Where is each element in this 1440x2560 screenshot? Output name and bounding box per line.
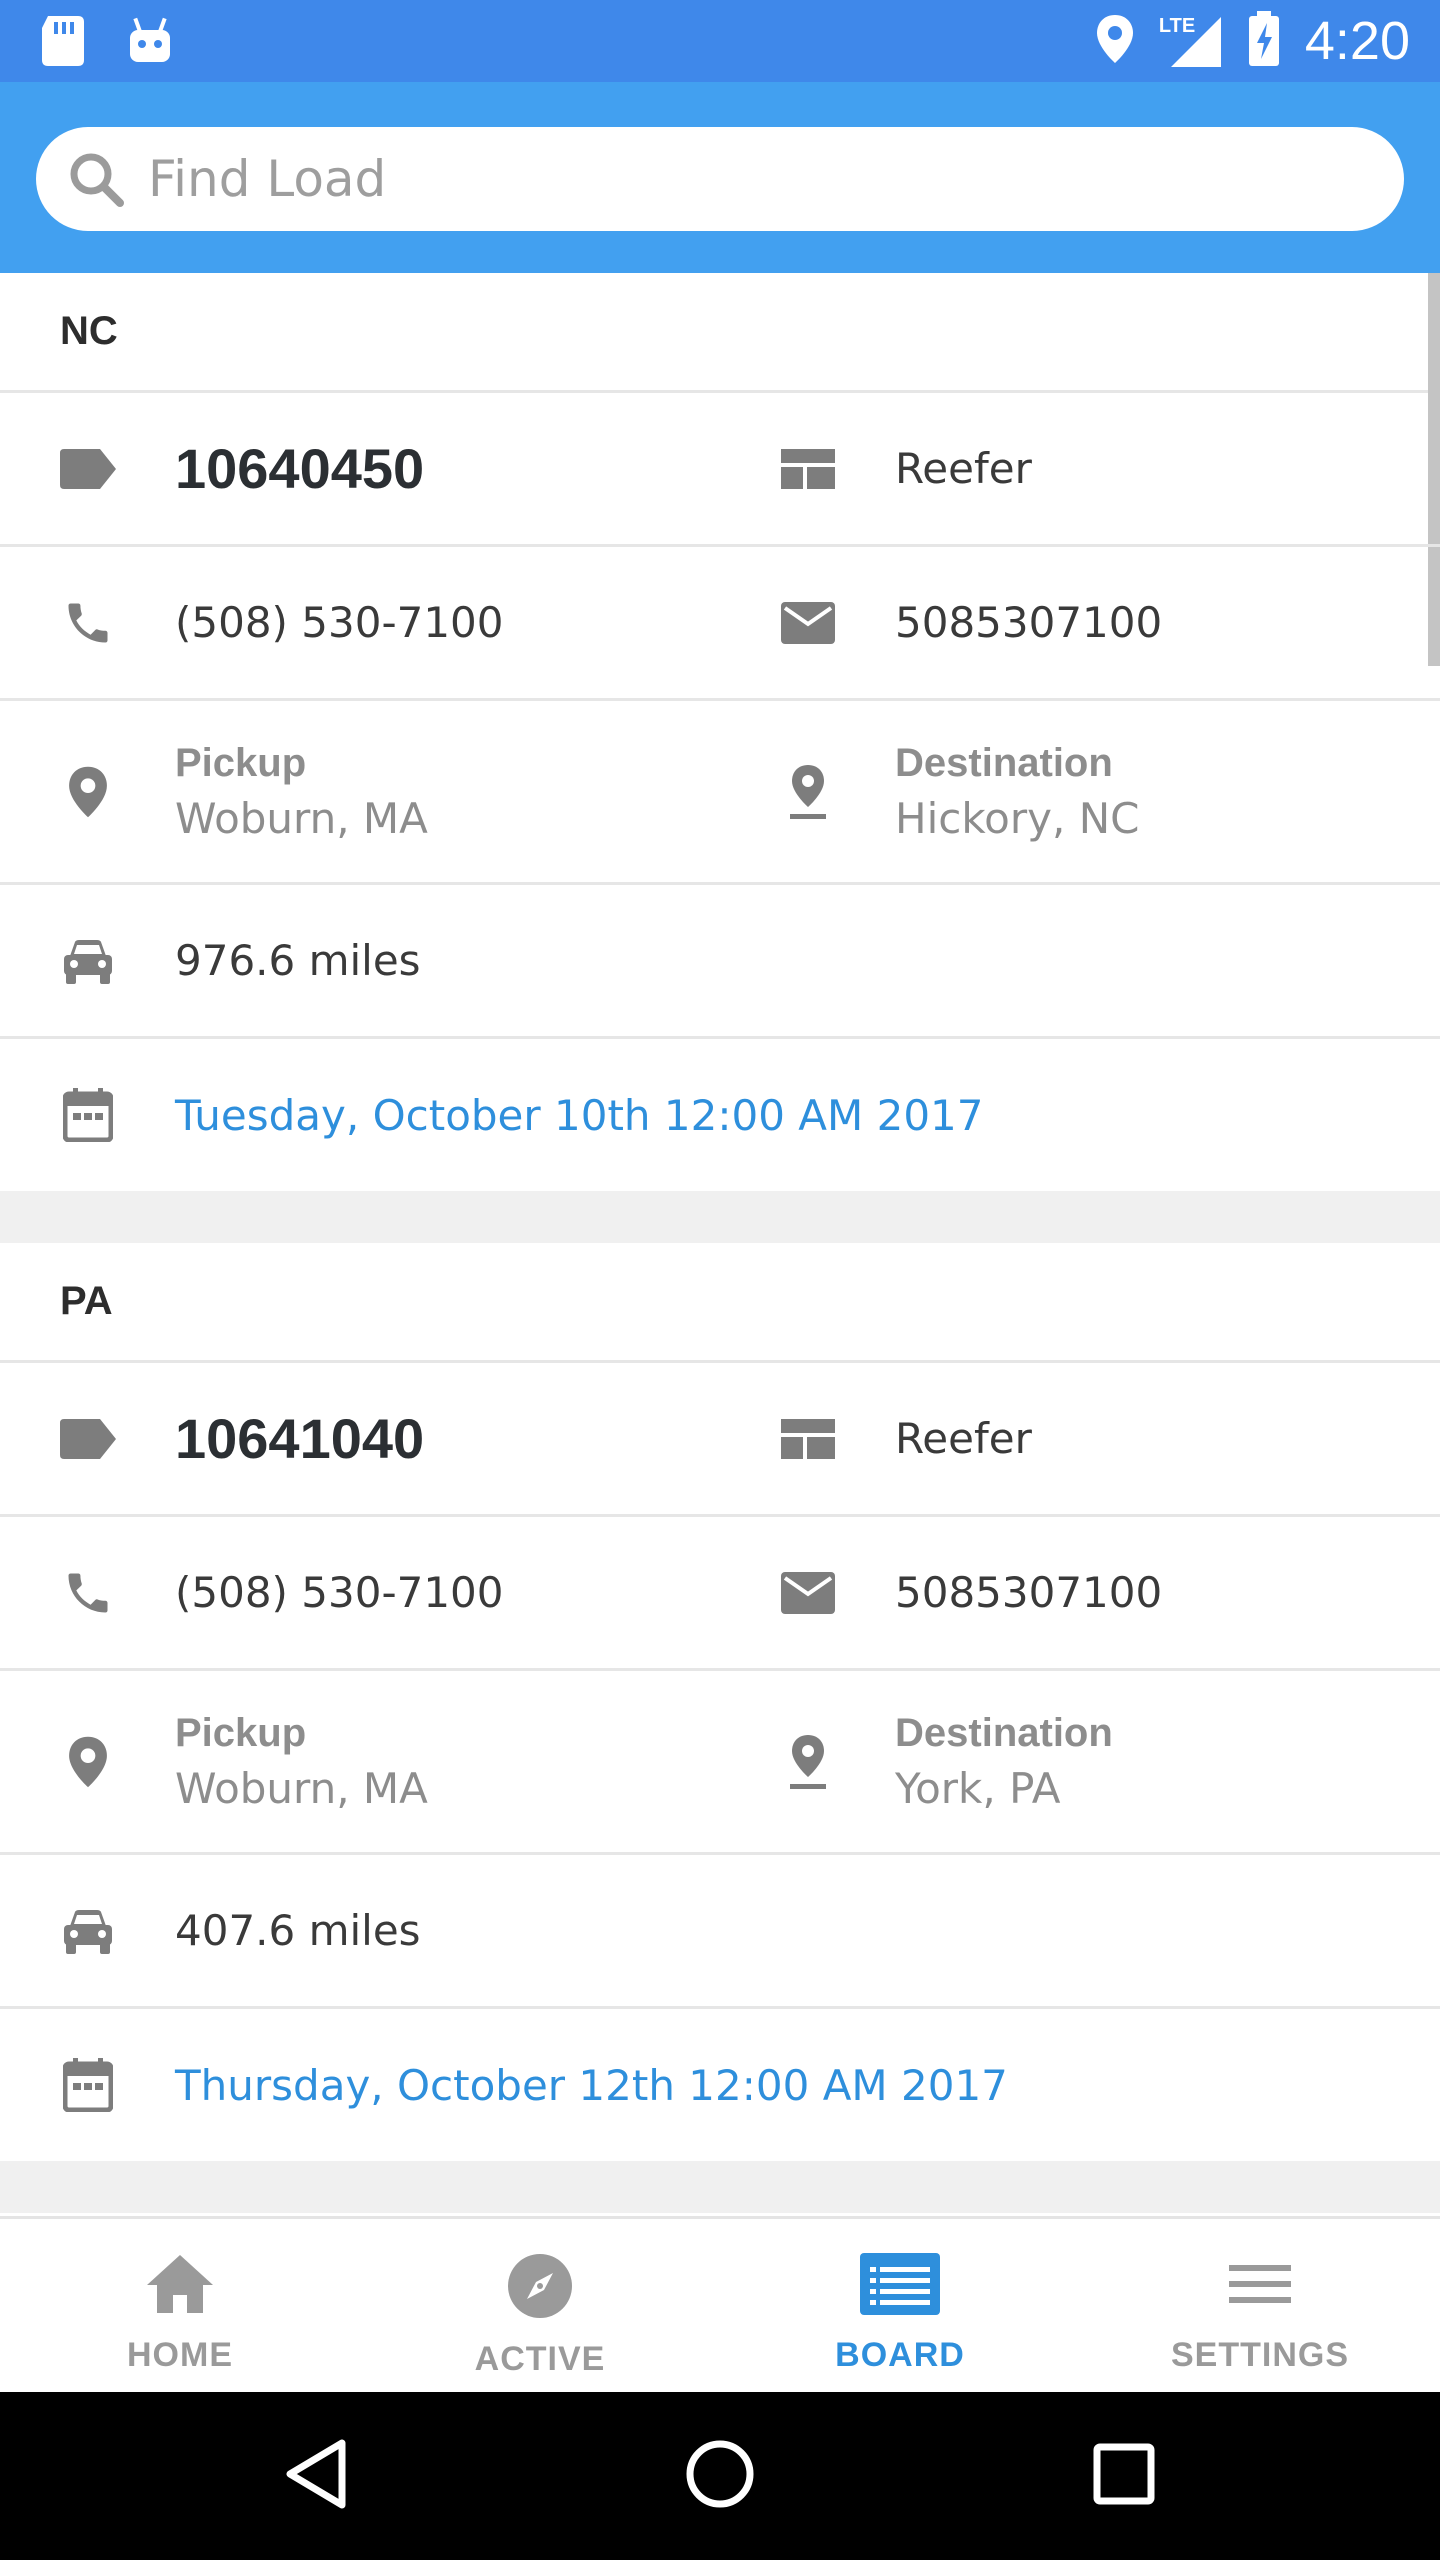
destination-pin-icon bbox=[778, 762, 838, 822]
state-label: PA bbox=[60, 1279, 113, 1323]
pickup-location: Woburn, MA bbox=[175, 793, 428, 843]
nav-active-label: ACTIVE bbox=[474, 2340, 606, 2378]
distance: 976.6 miles bbox=[175, 936, 421, 985]
distance-row: 976.6 miles bbox=[0, 885, 1440, 1039]
contact-number: 5085307100 bbox=[895, 1568, 1163, 1617]
email-link[interactable]: 5085307100 bbox=[720, 1517, 1440, 1668]
pickup-date: Tuesday, October 10th 12:00 AM 2017 bbox=[175, 1090, 984, 1140]
android-icon bbox=[128, 16, 172, 71]
search-input[interactable] bbox=[148, 150, 1348, 208]
system-nav-bar bbox=[0, 2392, 1440, 2560]
status-bar: LTE 4:20 bbox=[0, 0, 1440, 82]
phone-link[interactable]: (508) 530-7100 bbox=[0, 1517, 720, 1668]
contact-row: (508) 530-7100 5085307100 bbox=[0, 547, 1440, 701]
car-icon bbox=[58, 931, 118, 991]
board-icon bbox=[860, 2253, 940, 2320]
nav-board[interactable]: BOARD bbox=[720, 2219, 1080, 2392]
pickup-label: Pickup bbox=[175, 740, 307, 785]
equipment-icon bbox=[778, 1409, 838, 1469]
battery-charging-icon bbox=[1247, 10, 1281, 72]
nav-active[interactable]: ACTIVE bbox=[360, 2219, 720, 2392]
load-id-row: 10640450 Reefer bbox=[0, 393, 1440, 547]
destination-label: Destination bbox=[895, 1710, 1113, 1755]
route-row: Pickup Woburn, MA Destination York, PA bbox=[0, 1671, 1440, 1855]
car-icon bbox=[58, 1901, 118, 1961]
load-card[interactable]: PA 10641040 Reefer (508) 530-7100 508530… bbox=[0, 1243, 1440, 2161]
mail-icon bbox=[778, 593, 838, 653]
destination-location: York, PA bbox=[895, 1763, 1061, 1813]
home-icon bbox=[145, 2253, 215, 2320]
tag-icon bbox=[58, 439, 118, 499]
destination-pin-icon bbox=[778, 1732, 838, 1792]
mail-icon bbox=[778, 1563, 838, 1623]
calendar-icon bbox=[58, 2055, 118, 2115]
search-header bbox=[0, 82, 1440, 273]
phone-icon bbox=[58, 1563, 118, 1623]
pickup-date: Thursday, October 12th 12:00 AM 2017 bbox=[175, 2060, 1008, 2110]
card-separator bbox=[0, 2161, 1440, 2213]
date-row: Tuesday, October 10th 12:00 AM 2017 bbox=[0, 1039, 1440, 1191]
square-icon bbox=[1093, 2443, 1155, 2510]
nav-settings[interactable]: SETTINGS bbox=[1080, 2219, 1440, 2392]
equipment-type: Reefer bbox=[895, 1414, 1032, 1463]
nav-home-label: HOME bbox=[127, 2336, 233, 2374]
search-box[interactable] bbox=[36, 127, 1404, 231]
home-button[interactable] bbox=[680, 2436, 760, 2516]
bottom-nav: HOME ACTIVE BOARD SETTINGS bbox=[0, 2216, 1440, 2392]
card-separator bbox=[0, 1191, 1440, 1243]
nav-board-label: BOARD bbox=[835, 2336, 965, 2374]
contact-row: (508) 530-7100 5085307100 bbox=[0, 1517, 1440, 1671]
distance-row: 407.6 miles bbox=[0, 1855, 1440, 2009]
nav-settings-label: SETTINGS bbox=[1170, 2336, 1350, 2374]
signal-icon: LTE bbox=[1159, 13, 1223, 69]
pickup-label: Pickup bbox=[175, 1710, 307, 1755]
card-header: NC bbox=[0, 273, 1440, 393]
pickup-location: Woburn, MA bbox=[175, 1763, 428, 1813]
load-id: 10640450 bbox=[175, 437, 425, 500]
route-row: Pickup Woburn, MA Destination Hickory, N… bbox=[0, 701, 1440, 885]
card-header: PA bbox=[0, 1243, 1440, 1363]
phone-link[interactable]: (508) 530-7100 bbox=[0, 547, 720, 698]
menu-icon bbox=[1229, 2253, 1291, 2320]
distance: 407.6 miles bbox=[175, 1906, 421, 1955]
nav-home[interactable]: HOME bbox=[0, 2219, 360, 2392]
email-link[interactable]: 5085307100 bbox=[720, 547, 1440, 698]
network-label: LTE bbox=[1158, 15, 1196, 37]
back-icon bbox=[284, 2439, 348, 2514]
equipment-type: Reefer bbox=[895, 444, 1032, 493]
compass-icon bbox=[507, 2253, 573, 2324]
search-icon bbox=[66, 149, 126, 209]
load-board-list[interactable]: NC 10640450 Reefer (508) 530-7100 508530… bbox=[0, 273, 1440, 2216]
pickup-pin-icon bbox=[58, 1732, 118, 1792]
recents-button[interactable] bbox=[1084, 2436, 1164, 2516]
load-id-row: 10641040 Reefer bbox=[0, 1363, 1440, 1517]
location-icon bbox=[1095, 13, 1135, 70]
destination-label: Destination bbox=[895, 740, 1113, 785]
sd-card-icon bbox=[40, 16, 86, 71]
circle-icon bbox=[685, 2439, 755, 2514]
clock: 4:20 bbox=[1304, 11, 1410, 71]
load-card[interactable]: NC 10640450 Reefer (508) 530-7100 508530… bbox=[0, 273, 1440, 1191]
equipment-icon bbox=[778, 439, 838, 499]
destination-location: Hickory, NC bbox=[895, 793, 1140, 843]
back-button[interactable] bbox=[276, 2436, 356, 2516]
phone-number: (508) 530-7100 bbox=[175, 1568, 504, 1617]
calendar-icon bbox=[58, 1085, 118, 1145]
tag-icon bbox=[58, 1409, 118, 1469]
phone-number: (508) 530-7100 bbox=[175, 598, 504, 647]
contact-number: 5085307100 bbox=[895, 598, 1163, 647]
state-label: NC bbox=[60, 309, 118, 353]
phone-icon bbox=[58, 593, 118, 653]
load-id: 10641040 bbox=[175, 1407, 425, 1470]
date-row: Thursday, October 12th 12:00 AM 2017 bbox=[0, 2009, 1440, 2161]
pickup-pin-icon bbox=[58, 762, 118, 822]
